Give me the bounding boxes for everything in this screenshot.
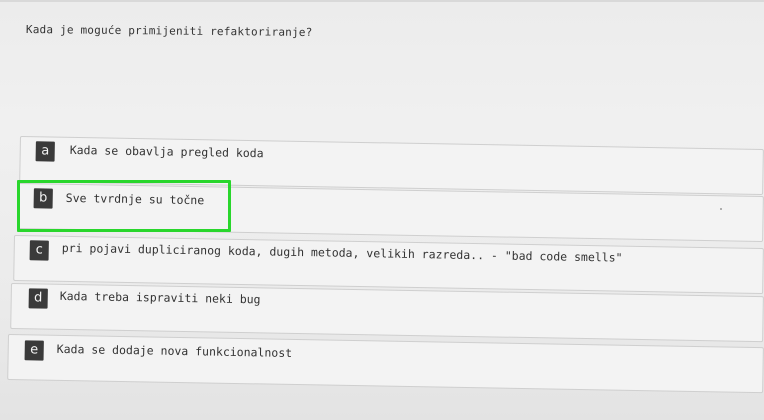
answer-text: pri pojavi dupliciranog koda, dugih meto… [61, 240, 623, 265]
answer-letter-badge: d [28, 288, 48, 309]
answer-letter-badge: a [35, 141, 55, 162]
selected-answer-highlight [17, 180, 231, 232]
answer-text: Kada se dodaje nova funkcionalnost [56, 341, 293, 360]
answer-option-e[interactable]: e Kada se dodaje nova funkcionalnost [7, 334, 764, 394]
screen-speck [720, 208, 722, 210]
answer-letter-badge: e [24, 340, 44, 361]
answer-text: Kada treba ispraviti neki bug [59, 288, 261, 307]
answer-text: Kada se obavlja pregled koda [69, 142, 264, 161]
answer-letter-badge: c [29, 240, 49, 261]
